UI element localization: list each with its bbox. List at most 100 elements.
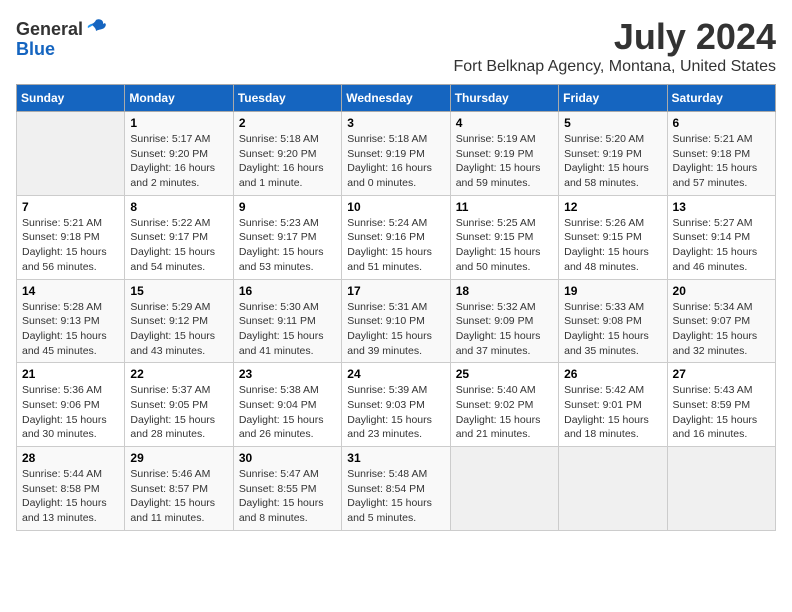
day-info: Sunrise: 5:23 AMSunset: 9:17 PMDaylight:… bbox=[239, 216, 336, 275]
logo: General Blue bbox=[16, 16, 107, 60]
calendar-cell bbox=[450, 447, 558, 531]
header-day-thursday: Thursday bbox=[450, 85, 558, 112]
subtitle: Fort Belknap Agency, Montana, United Sta… bbox=[453, 58, 776, 76]
calendar-cell bbox=[17, 112, 125, 196]
calendar-cell bbox=[667, 447, 775, 531]
calendar-cell: 29 Sunrise: 5:46 AMSunset: 8:57 PMDayligh… bbox=[125, 447, 233, 531]
calendar-cell: 13Sunrise: 5:27 AMSunset: 9:14 PMDayligh… bbox=[667, 195, 775, 279]
calendar-cell bbox=[559, 447, 667, 531]
calendar-cell: 9 Sunrise: 5:23 AMSunset: 9:17 PMDaylight… bbox=[233, 195, 341, 279]
calendar-cell: 2 Sunrise: 5:18 AMSunset: 9:20 PMDaylight… bbox=[233, 112, 341, 196]
day-number: 29 bbox=[130, 451, 227, 465]
day-number: 19 bbox=[564, 284, 661, 298]
day-number: 10 bbox=[347, 200, 444, 214]
calendar-cell: 7Sunrise: 5:21 AMSunset: 9:18 PMDaylight… bbox=[17, 195, 125, 279]
day-number: 23 bbox=[239, 367, 336, 381]
day-info: Sunrise: 5:21 AMSunset: 9:18 PMDaylight:… bbox=[673, 132, 770, 191]
day-info: Sunrise: 5:37 AMSunset: 9:05 PMDaylight:… bbox=[130, 383, 227, 442]
calendar-cell: 5Sunrise: 5:20 AMSunset: 9:19 PMDaylight… bbox=[559, 112, 667, 196]
calendar-week-4: 21Sunrise: 5:36 AMSunset: 9:06 PMDayligh… bbox=[17, 363, 776, 447]
day-info: Sunrise: 5:20 AMSunset: 9:19 PMDaylight:… bbox=[564, 132, 661, 191]
calendar-cell: 26 Sunrise: 5:42 AMSunset: 9:01 PMDayligh… bbox=[559, 363, 667, 447]
day-number: 30 bbox=[239, 451, 336, 465]
day-info: Sunrise: 5:38 AMSunset: 9:04 PMDaylight:… bbox=[239, 383, 336, 442]
day-info: Sunrise: 5:47 AMSunset: 8:55 PMDaylight:… bbox=[239, 467, 336, 526]
day-number: 22 bbox=[130, 367, 227, 381]
day-info: Sunrise: 5:39 AMSunset: 9:03 PMDaylight:… bbox=[347, 383, 444, 442]
day-info: Sunrise: 5:17 AMSunset: 9:20 PMDaylight:… bbox=[130, 132, 227, 191]
day-info: Sunrise: 5:48 AMSunset: 8:54 PMDaylight:… bbox=[347, 467, 444, 526]
day-number: 17 bbox=[347, 284, 444, 298]
calendar-cell: 18 Sunrise: 5:32 AMSunset: 9:09 PMDayligh… bbox=[450, 279, 558, 363]
calendar-cell: 16Sunrise: 5:30 AMSunset: 9:11 PMDayligh… bbox=[233, 279, 341, 363]
calendar-cell: 31Sunrise: 5:48 AMSunset: 8:54 PMDayligh… bbox=[342, 447, 450, 531]
calendar-cell: 10 Sunrise: 5:24 AMSunset: 9:16 PMDayligh… bbox=[342, 195, 450, 279]
calendar-cell: 20 Sunrise: 5:34 AMSunset: 9:07 PMDayligh… bbox=[667, 279, 775, 363]
calendar-table: SundayMondayTuesdayWednesdayThursdayFrid… bbox=[16, 84, 776, 531]
header-day-tuesday: Tuesday bbox=[233, 85, 341, 112]
logo-blue-text: Blue bbox=[16, 39, 55, 60]
day-number: 21 bbox=[22, 367, 119, 381]
calendar-cell: 25 Sunrise: 5:40 AMSunset: 9:02 PMDayligh… bbox=[450, 363, 558, 447]
header-day-sunday: Sunday bbox=[17, 85, 125, 112]
header-day-wednesday: Wednesday bbox=[342, 85, 450, 112]
day-number: 12 bbox=[564, 200, 661, 214]
day-number: 28 bbox=[22, 451, 119, 465]
calendar-cell: 12Sunrise: 5:26 AMSunset: 9:15 PMDayligh… bbox=[559, 195, 667, 279]
day-number: 26 bbox=[564, 367, 661, 381]
day-info: Sunrise: 5:34 AMSunset: 9:07 PMDaylight:… bbox=[673, 300, 770, 359]
day-info: Sunrise: 5:40 AMSunset: 9:02 PMDaylight:… bbox=[456, 383, 553, 442]
day-number: 1 bbox=[130, 116, 227, 130]
day-number: 25 bbox=[456, 367, 553, 381]
day-number: 3 bbox=[347, 116, 444, 130]
day-number: 15 bbox=[130, 284, 227, 298]
calendar-cell: 15 Sunrise: 5:29 AMSunset: 9:12 PMDayligh… bbox=[125, 279, 233, 363]
header-day-saturday: Saturday bbox=[667, 85, 775, 112]
calendar-cell: 23 Sunrise: 5:38 AMSunset: 9:04 PMDayligh… bbox=[233, 363, 341, 447]
calendar-header: SundayMondayTuesdayWednesdayThursdayFrid… bbox=[17, 85, 776, 112]
day-info: Sunrise: 5:28 AMSunset: 9:13 PMDaylight:… bbox=[22, 300, 119, 359]
calendar-cell: 22 Sunrise: 5:37 AMSunset: 9:05 PMDayligh… bbox=[125, 363, 233, 447]
calendar-week-3: 14 Sunrise: 5:28 AMSunset: 9:13 PMDayligh… bbox=[17, 279, 776, 363]
calendar-cell: 19 Sunrise: 5:33 AMSunset: 9:08 PMDayligh… bbox=[559, 279, 667, 363]
day-info: Sunrise: 5:29 AMSunset: 9:12 PMDaylight:… bbox=[130, 300, 227, 359]
day-number: 24 bbox=[347, 367, 444, 381]
day-info: Sunrise: 5:21 AMSunset: 9:18 PMDaylight:… bbox=[22, 216, 119, 275]
day-number: 6 bbox=[673, 116, 770, 130]
day-info: Sunrise: 5:19 AMSunset: 9:19 PMDaylight:… bbox=[456, 132, 553, 191]
calendar-cell: 21Sunrise: 5:36 AMSunset: 9:06 PMDayligh… bbox=[17, 363, 125, 447]
day-number: 4 bbox=[456, 116, 553, 130]
day-info: Sunrise: 5:42 AMSunset: 9:01 PMDaylight:… bbox=[564, 383, 661, 442]
calendar-cell: 17 Sunrise: 5:31 AMSunset: 9:10 PMDayligh… bbox=[342, 279, 450, 363]
calendar-body: 1 Sunrise: 5:17 AMSunset: 9:20 PMDaylight… bbox=[17, 112, 776, 531]
calendar-cell: 28Sunrise: 5:44 AMSunset: 8:58 PMDayligh… bbox=[17, 447, 125, 531]
calendar-cell: 27Sunrise: 5:43 AMSunset: 8:59 PMDayligh… bbox=[667, 363, 775, 447]
day-number: 18 bbox=[456, 284, 553, 298]
calendar-cell: 3Sunrise: 5:18 AMSunset: 9:19 PMDaylight… bbox=[342, 112, 450, 196]
calendar-week-1: 1 Sunrise: 5:17 AMSunset: 9:20 PMDaylight… bbox=[17, 112, 776, 196]
day-info: Sunrise: 5:25 AMSunset: 9:15 PMDaylight:… bbox=[456, 216, 553, 275]
day-info: Sunrise: 5:30 AMSunset: 9:11 PMDaylight:… bbox=[239, 300, 336, 359]
day-info: Sunrise: 5:33 AMSunset: 9:08 PMDaylight:… bbox=[564, 300, 661, 359]
day-info: Sunrise: 5:18 AMSunset: 9:20 PMDaylight:… bbox=[239, 132, 336, 191]
day-info: Sunrise: 5:46 AMSunset: 8:57 PMDaylight:… bbox=[130, 467, 227, 526]
day-info: Sunrise: 5:31 AMSunset: 9:10 PMDaylight:… bbox=[347, 300, 444, 359]
day-number: 20 bbox=[673, 284, 770, 298]
day-info: Sunrise: 5:22 AMSunset: 9:17 PMDaylight:… bbox=[130, 216, 227, 275]
day-number: 11 bbox=[456, 200, 553, 214]
header-day-friday: Friday bbox=[559, 85, 667, 112]
calendar-cell: 4 Sunrise: 5:19 AMSunset: 9:19 PMDaylight… bbox=[450, 112, 558, 196]
main-title: July 2024 bbox=[453, 16, 776, 58]
day-info: Sunrise: 5:24 AMSunset: 9:16 PMDaylight:… bbox=[347, 216, 444, 275]
day-number: 8 bbox=[130, 200, 227, 214]
calendar-week-2: 7Sunrise: 5:21 AMSunset: 9:18 PMDaylight… bbox=[17, 195, 776, 279]
day-info: Sunrise: 5:32 AMSunset: 9:09 PMDaylight:… bbox=[456, 300, 553, 359]
day-number: 2 bbox=[239, 116, 336, 130]
calendar-cell: 30 Sunrise: 5:47 AMSunset: 8:55 PMDayligh… bbox=[233, 447, 341, 531]
calendar-cell: 24 Sunrise: 5:39 AMSunset: 9:03 PMDayligh… bbox=[342, 363, 450, 447]
day-number: 9 bbox=[239, 200, 336, 214]
calendar-week-5: 28Sunrise: 5:44 AMSunset: 8:58 PMDayligh… bbox=[17, 447, 776, 531]
calendar-cell: 14 Sunrise: 5:28 AMSunset: 9:13 PMDayligh… bbox=[17, 279, 125, 363]
title-area: July 2024 Fort Belknap Agency, Montana, … bbox=[453, 16, 776, 76]
day-number: 14 bbox=[22, 284, 119, 298]
